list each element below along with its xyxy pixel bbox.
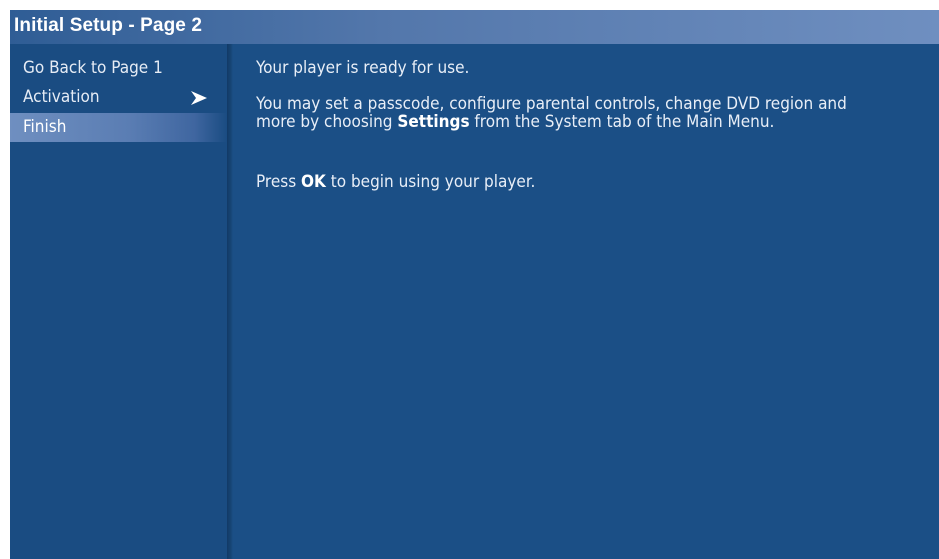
menu-item-activation[interactable]: Activation <box>10 83 227 112</box>
menu-item-label: Finish <box>23 117 67 137</box>
ready-message: Your player is ready for use. <box>256 58 470 78</box>
menu-item-label: Go Back to Page 1 <box>23 58 163 78</box>
menu-item-finish[interactable]: Finish <box>10 113 227 142</box>
instructions-text: more by choosing <box>256 112 398 132</box>
menu-item-go-back[interactable]: Go Back to Page 1 <box>10 54 227 83</box>
menu-item-label: Activation <box>23 87 100 107</box>
settings-keyword: Settings <box>397 112 470 132</box>
instructions-line-1: You may set a passcode, configure parent… <box>256 94 847 114</box>
instruction-text: Press <box>256 172 302 192</box>
ok-instruction: Press OK to begin using your player. <box>256 173 535 191</box>
page-title: Initial Setup - Page 2 <box>14 15 203 36</box>
instructions-text: from the System tab of the Main Menu. <box>469 112 775 132</box>
setup-screen: Initial Setup - Page 2 Go Back to Page 1… <box>10 10 939 559</box>
sidebar-divider <box>227 44 233 559</box>
instruction-text: to begin using your player. <box>325 172 536 192</box>
title-bar: Initial Setup - Page 2 <box>10 10 939 44</box>
settings-instructions: You may set a passcode, configure parent… <box>256 95 926 131</box>
arrow-right-icon <box>191 91 207 105</box>
instructions-line-2: more by choosing Settings from the Syste… <box>256 113 926 131</box>
ok-keyword: OK <box>301 172 326 192</box>
